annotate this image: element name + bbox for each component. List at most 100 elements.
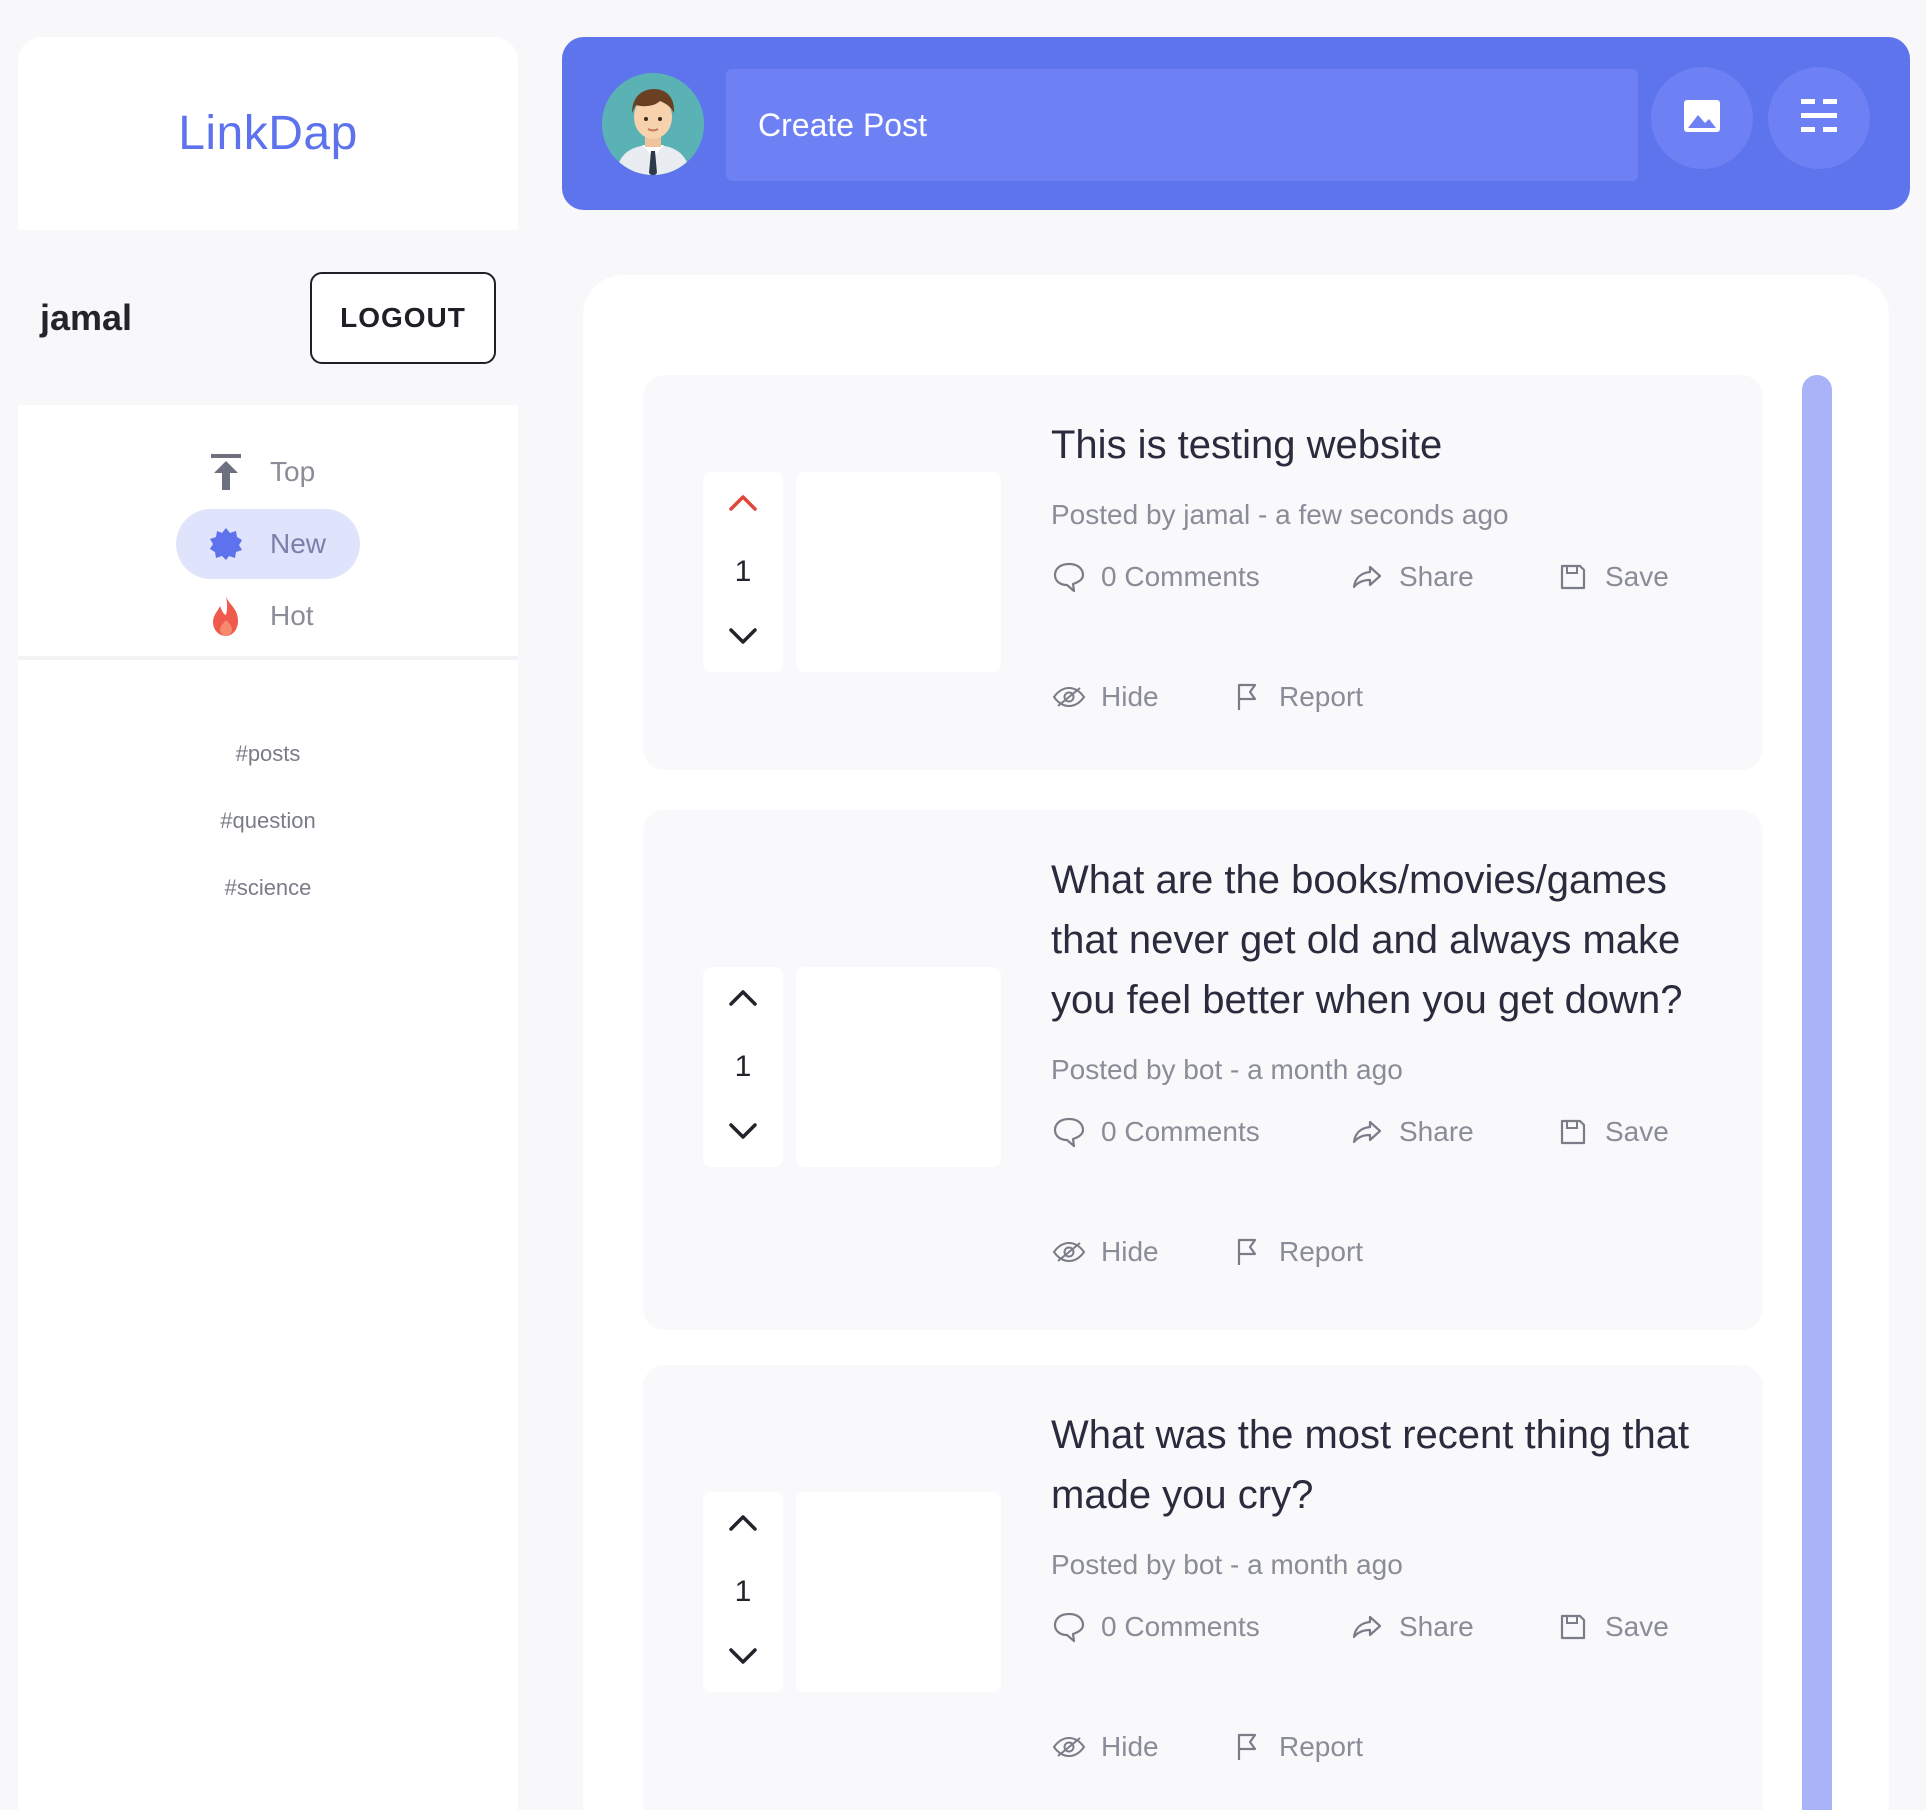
vote-count: 1 — [734, 555, 752, 588]
save-button[interactable]: Save — [1555, 1609, 1669, 1645]
username: jamal — [40, 296, 133, 338]
hide-icon — [1051, 1234, 1087, 1270]
flag-icon — [1229, 1234, 1265, 1270]
comments-label: 0 Comments — [1101, 1116, 1260, 1147]
chevron-up-icon — [728, 990, 758, 1011]
chevron-down-icon — [728, 1648, 758, 1671]
tag-question[interactable]: #question — [18, 787, 518, 854]
share-icon — [1349, 559, 1385, 595]
save-icon — [1555, 1609, 1591, 1645]
post-card: 1 This is testing website Posted by jama… — [643, 375, 1763, 770]
logout-button[interactable]: LOGOUT — [310, 271, 496, 364]
post-secondary-actions: Hide Report — [1051, 1232, 1741, 1272]
nav-label-new: New — [270, 528, 327, 559]
save-label: Save — [1605, 1611, 1669, 1642]
chevron-down-icon — [728, 628, 758, 651]
logo-area: LinkDap — [18, 37, 518, 230]
hide-icon — [1051, 679, 1087, 715]
save-label: Save — [1605, 561, 1669, 592]
menu-button[interactable] — [1768, 67, 1870, 169]
flame-icon — [206, 596, 246, 636]
downvote-button[interactable] — [728, 1122, 758, 1147]
upvote-button[interactable] — [728, 1512, 758, 1537]
app-logo[interactable]: LinkDap — [178, 106, 358, 161]
post-actions: 0 Comments Share Save — [1051, 557, 1741, 597]
arrow-to-top-icon — [206, 452, 246, 492]
comments-button[interactable]: 0 Comments — [1051, 1114, 1349, 1150]
post-thumbnail[interactable] — [796, 472, 1001, 672]
comments-button[interactable]: 0 Comments — [1051, 559, 1349, 595]
comment-icon — [1051, 1609, 1087, 1645]
nav-item-new[interactable]: New — [176, 509, 360, 579]
hide-icon — [1051, 1729, 1087, 1765]
hide-button[interactable]: Hide — [1051, 1729, 1229, 1765]
flag-icon — [1229, 679, 1265, 715]
post-thumbnail[interactable] — [796, 967, 1001, 1167]
post-body: What was the most recent thing that made… — [1051, 1405, 1741, 1767]
chevron-down-icon — [728, 1123, 758, 1146]
vote-count: 1 — [734, 1575, 752, 1608]
comment-icon — [1051, 1114, 1087, 1150]
share-button[interactable]: Share — [1349, 1609, 1555, 1645]
post-feed: 1 This is testing website Posted by jama… — [583, 275, 1889, 1810]
save-icon — [1555, 1114, 1591, 1150]
report-label: Report — [1279, 681, 1364, 712]
avatar[interactable] — [602, 73, 704, 175]
save-icon — [1555, 559, 1591, 595]
hide-label: Hide — [1101, 1236, 1159, 1267]
sidebar: LinkDap jamal LOGOUT Top New Hot #posts … — [18, 37, 518, 1810]
share-icon — [1349, 1609, 1385, 1645]
vote-box: 1 — [703, 472, 783, 672]
upvote-button[interactable] — [728, 492, 758, 517]
comment-icon — [1051, 559, 1087, 595]
save-label: Save — [1605, 1116, 1669, 1147]
report-label: Report — [1279, 1236, 1364, 1267]
share-label: Share — [1399, 561, 1474, 592]
report-button[interactable]: Report — [1229, 1234, 1363, 1270]
post-card: 1 What are the books/movies/games that n… — [643, 810, 1763, 1330]
save-button[interactable]: Save — [1555, 559, 1669, 595]
post-title[interactable]: This is testing website — [1051, 415, 1741, 475]
post-title[interactable]: What are the books/movies/games that nev… — [1051, 850, 1741, 1030]
vote-count: 1 — [734, 1050, 752, 1083]
user-panel: jamal LOGOUT — [18, 230, 518, 405]
nav-label-top: Top — [270, 456, 316, 487]
save-button[interactable]: Save — [1555, 1114, 1669, 1150]
nav-item-hot[interactable]: Hot — [176, 581, 360, 651]
post-title[interactable]: What was the most recent thing that made… — [1051, 1405, 1741, 1525]
nav-item-top[interactable]: Top — [176, 437, 360, 507]
create-post-input[interactable]: Create Post — [726, 69, 1638, 181]
hide-button[interactable]: Hide — [1051, 1234, 1229, 1270]
feed-scrollbar[interactable] — [1802, 375, 1832, 1810]
upvote-button[interactable] — [728, 987, 758, 1012]
hide-button[interactable]: Hide — [1051, 679, 1229, 715]
hide-label: Hide — [1101, 681, 1159, 712]
add-image-button[interactable] — [1651, 67, 1753, 169]
menu-icon — [1799, 96, 1839, 141]
vote-box: 1 — [703, 1492, 783, 1692]
vote-box: 1 — [703, 967, 783, 1167]
share-label: Share — [1399, 1116, 1474, 1147]
downvote-button[interactable] — [728, 1647, 758, 1672]
report-button[interactable]: Report — [1229, 679, 1363, 715]
tag-posts[interactable]: #posts — [18, 720, 518, 787]
comments-button[interactable]: 0 Comments — [1051, 1609, 1349, 1645]
share-button[interactable]: Share — [1349, 1114, 1555, 1150]
post-actions: 0 Comments Share Save — [1051, 1607, 1741, 1647]
new-badge-icon — [206, 524, 246, 564]
post-actions: 0 Comments Share Save — [1051, 1112, 1741, 1152]
post-meta: Posted by bot - a month ago — [1051, 1054, 1403, 1085]
post-thumbnail[interactable] — [796, 1492, 1001, 1692]
tag-science[interactable]: #science — [18, 854, 518, 921]
hide-label: Hide — [1101, 1731, 1159, 1762]
share-label: Share — [1399, 1611, 1474, 1642]
post-meta: Posted by jamal - a few seconds ago — [1051, 499, 1509, 530]
tag-list: #posts #question #science — [18, 660, 518, 921]
nav-label-hot: Hot — [270, 600, 314, 631]
flag-icon — [1229, 1729, 1265, 1765]
report-button[interactable]: Report — [1229, 1729, 1363, 1765]
sort-nav: Top New Hot — [18, 405, 518, 660]
share-button[interactable]: Share — [1349, 559, 1555, 595]
downvote-button[interactable] — [728, 627, 758, 652]
post-body: This is testing website Posted by jamal … — [1051, 415, 1741, 717]
